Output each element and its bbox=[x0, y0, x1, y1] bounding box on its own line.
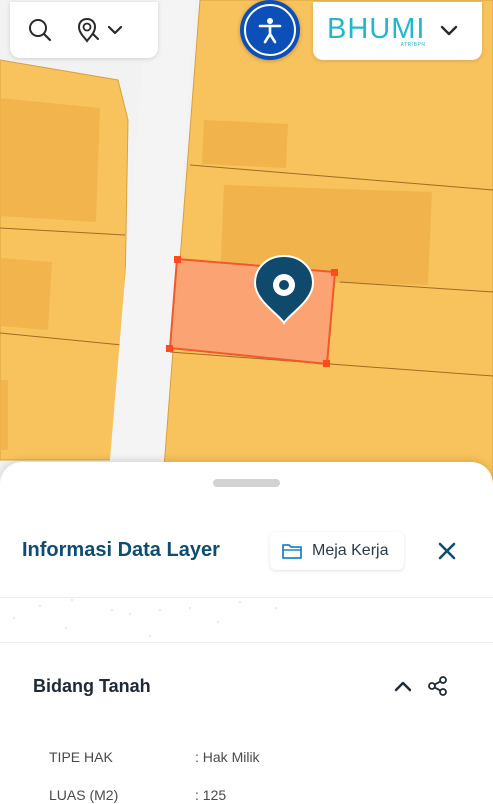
brand-logo: BHUMI ATR/BPN bbox=[327, 12, 426, 48]
brand-selector[interactable]: BHUMI ATR/BPN bbox=[313, 2, 482, 60]
share-icon bbox=[428, 676, 447, 696]
workdesk-label: Meja Kerja bbox=[312, 542, 389, 559]
folder-icon bbox=[282, 544, 302, 559]
close-icon bbox=[438, 542, 456, 560]
map-toolbar bbox=[10, 2, 158, 58]
accessibility-icon bbox=[258, 18, 282, 44]
accessibility-button[interactable] bbox=[240, 0, 300, 60]
loading-placeholder bbox=[13, 599, 277, 637]
sheet-title: Informasi Data Layer bbox=[22, 539, 220, 561]
location-search-button[interactable] bbox=[70, 10, 130, 50]
drag-handle[interactable] bbox=[213, 479, 280, 487]
attribute-key: TIPE HAK bbox=[49, 749, 113, 765]
chevron-down-icon bbox=[441, 25, 458, 36]
chevron-up-icon bbox=[394, 681, 412, 692]
search-icon bbox=[29, 19, 52, 42]
attribute-value: : Hak Milik bbox=[195, 749, 260, 765]
chevron-down-icon bbox=[107, 25, 123, 35]
map-view[interactable] bbox=[0, 0, 493, 520]
brand-sub: ATR/BPN bbox=[400, 41, 426, 48]
brand-name: BHUMI bbox=[327, 12, 426, 45]
collapse-button[interactable] bbox=[391, 674, 415, 698]
search-button[interactable] bbox=[10, 10, 70, 50]
attribute-value: : 125 bbox=[195, 787, 227, 803]
workdesk-button[interactable]: Meja Kerja bbox=[270, 532, 404, 570]
close-button[interactable] bbox=[434, 538, 460, 564]
share-button[interactable] bbox=[426, 674, 450, 698]
location-search-icon bbox=[77, 17, 99, 43]
divider bbox=[0, 642, 493, 643]
info-bottom-sheet: Informasi Data Layer Meja Kerja Bidang T… bbox=[0, 462, 493, 804]
section-title: Bidang Tanah bbox=[33, 676, 151, 696]
attribute-key: LUAS (M2) bbox=[49, 787, 119, 803]
map-canvas[interactable] bbox=[0, 0, 493, 520]
